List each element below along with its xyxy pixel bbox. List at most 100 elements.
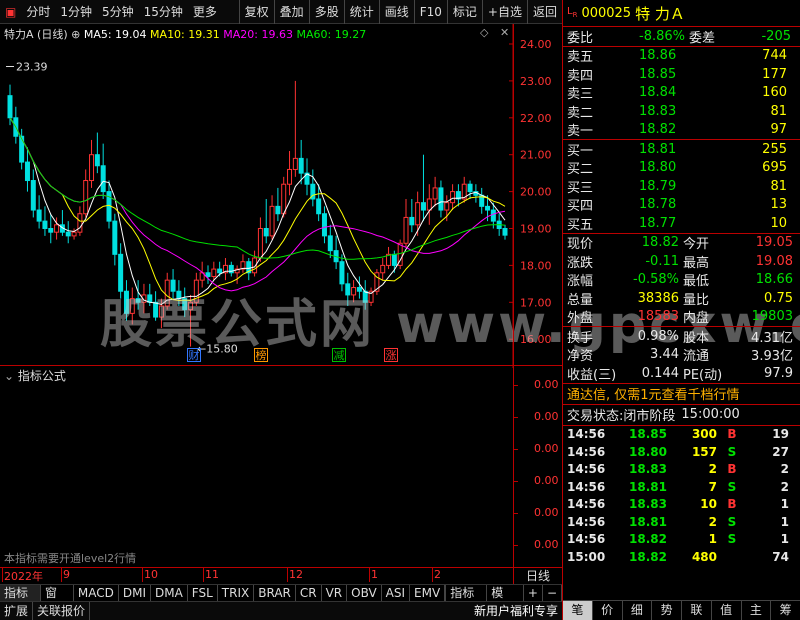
- toolbar-action-1[interactable]: 叠加: [273, 0, 309, 24]
- toolbar-action-2[interactable]: 多股: [308, 0, 344, 24]
- order-row: 买三 18.79 81: [563, 177, 800, 196]
- indicator-tick: [513, 481, 518, 482]
- indicator-tab-0[interactable]: 指标A: [0, 585, 41, 616]
- indicator-tab-8[interactable]: CR: [296, 585, 322, 601]
- indicator-tab-2[interactable]: MACD: [74, 585, 119, 601]
- chart-settings-icon[interactable]: ◇: [480, 26, 488, 39]
- toolbar-action-0[interactable]: 复权: [238, 0, 274, 24]
- order-level-label: 买一: [567, 143, 594, 159]
- chevron-down-icon[interactable]: ⌄: [4, 369, 14, 383]
- event-tag[interactable]: 减: [332, 348, 346, 362]
- quote-tab-2[interactable]: 细: [623, 601, 653, 620]
- promo-text[interactable]: 通达信, 仅需1元查看千档行情: [567, 384, 740, 403]
- quote-tab-0[interactable]: 笔: [563, 601, 593, 620]
- candle-body: [275, 205, 281, 215]
- indicator-tick: [513, 513, 518, 514]
- indicator-tab-13[interactable]: 指标B: [445, 585, 488, 616]
- order-volume: 81: [770, 103, 787, 119]
- indicator-tab-9[interactable]: VR: [322, 585, 348, 601]
- indicator-tab-1[interactable]: 窗口: [41, 585, 74, 616]
- date-tick-label: 1: [371, 568, 378, 581]
- expand-icon[interactable]: ⊕: [71, 28, 80, 41]
- indicator-tab-5[interactable]: FSL: [188, 585, 218, 601]
- toolbar-action-6[interactable]: 标记: [446, 0, 482, 24]
- tick-count: 1: [780, 532, 789, 547]
- indicator-tick: [513, 545, 518, 546]
- quote-tab-6[interactable]: 主: [742, 601, 772, 620]
- date-tick: [432, 568, 433, 582]
- stat-value: 18.82: [641, 235, 679, 251]
- expand-button[interactable]: 扩展: [0, 602, 34, 620]
- tick-direction: S: [727, 444, 737, 459]
- promo-link[interactable]: 新用户福利专享: [470, 602, 562, 620]
- order-volume: 160: [762, 85, 787, 101]
- stat-label: 涨幅: [567, 274, 594, 290]
- ma10-label: MA10: 19.31: [150, 28, 220, 41]
- event-tag[interactable]: 榜: [254, 348, 268, 362]
- indicator-tab-3[interactable]: DMI: [119, 585, 151, 601]
- stat-value: 4.31亿: [751, 330, 793, 346]
- event-tag[interactable]: 财: [187, 348, 201, 362]
- order-price: 18.80: [639, 160, 677, 176]
- stat-label: 内盘: [683, 311, 710, 327]
- tick-price: 18.85: [629, 427, 667, 442]
- candle-body: [380, 264, 386, 274]
- toolbar-tab-2[interactable]: 5分钟: [97, 0, 139, 24]
- quote-header: LR 000025 特 力Ａ: [563, 0, 800, 26]
- tick-volume: 480: [691, 549, 717, 564]
- related-quote-button[interactable]: 关联报价: [33, 602, 91, 620]
- toolbar-action-5[interactable]: F10: [413, 0, 447, 24]
- quote-tab-1[interactable]: 价: [593, 601, 623, 620]
- indicator-tab-15[interactable]: +: [524, 585, 543, 601]
- quote-tab-3[interactable]: 势: [652, 601, 682, 620]
- toolbar-action-8[interactable]: 返回: [526, 0, 562, 24]
- order-price: 18.77: [639, 215, 677, 231]
- stat-value: 0.144: [641, 365, 679, 381]
- quote-tab-5[interactable]: 值: [712, 601, 742, 620]
- indicator-tab-7[interactable]: BRAR: [254, 585, 296, 601]
- price-tick-label: 20.00: [520, 186, 552, 199]
- toolbar-action-4[interactable]: 画线: [378, 0, 414, 24]
- indicator-tick-label: 0.00: [534, 442, 559, 455]
- indicator-tab-10[interactable]: OBV: [347, 585, 382, 601]
- indicator-title[interactable]: ⌄ 指标公式: [4, 367, 66, 384]
- stat-label: 总量: [567, 292, 594, 308]
- quote-tab-4[interactable]: 联: [682, 601, 712, 620]
- tick-time: 14:56: [567, 427, 606, 442]
- indicator-tab-11[interactable]: ASI: [382, 585, 411, 601]
- indicator-tab-4[interactable]: DMA: [151, 585, 188, 601]
- order-price: 18.79: [639, 178, 677, 194]
- candle-body: [48, 228, 54, 233]
- indicator-tab-16[interactable]: −: [543, 585, 562, 601]
- tick-row: 14:56 18.83 10 B 1: [563, 496, 800, 514]
- candle-body: [426, 198, 432, 211]
- chart-close-icon[interactable]: ✕: [500, 26, 509, 39]
- toolbar-action-7[interactable]: +自选: [481, 0, 527, 24]
- date-tick-label: 2: [434, 568, 441, 581]
- tick-direction: B: [727, 427, 737, 442]
- toolbar-tab-3[interactable]: 15分钟: [139, 0, 188, 24]
- candle-body: [438, 187, 444, 211]
- toolbar-tab-1[interactable]: 1分钟: [55, 0, 97, 24]
- stat-label: 净资: [567, 349, 594, 365]
- indicator-tab-14[interactable]: 模 板: [487, 585, 524, 616]
- toolbar-tab-0[interactable]: 分时: [21, 0, 55, 24]
- tick-time: 14:56: [567, 497, 606, 512]
- date-tick: [142, 568, 143, 582]
- toolbar-tab-4[interactable]: 更多: [188, 0, 222, 24]
- menu-icon[interactable]: ▣: [0, 5, 21, 19]
- order-level-label: 卖四: [567, 68, 594, 84]
- promo-row[interactable]: 通达信, 仅需1元查看千档行情: [563, 384, 800, 404]
- stat-label: 收益(三): [567, 367, 617, 383]
- order-row: 卖二 18.83 81: [563, 102, 800, 121]
- indicator-tab-12[interactable]: EMV: [410, 585, 446, 601]
- toolbar-action-3[interactable]: 统计: [343, 0, 379, 24]
- period-label[interactable]: 日线: [526, 567, 550, 584]
- tick-time: 14:56: [567, 462, 606, 477]
- event-tag[interactable]: 涨: [384, 348, 398, 362]
- quote-tab-7[interactable]: 筹: [771, 601, 800, 620]
- stat-label: 量比: [683, 292, 710, 308]
- order-price: 18.83: [639, 103, 677, 119]
- tick-row: 14:56 18.82 1 S 1: [563, 531, 800, 549]
- indicator-tab-6[interactable]: TRIX: [218, 585, 255, 601]
